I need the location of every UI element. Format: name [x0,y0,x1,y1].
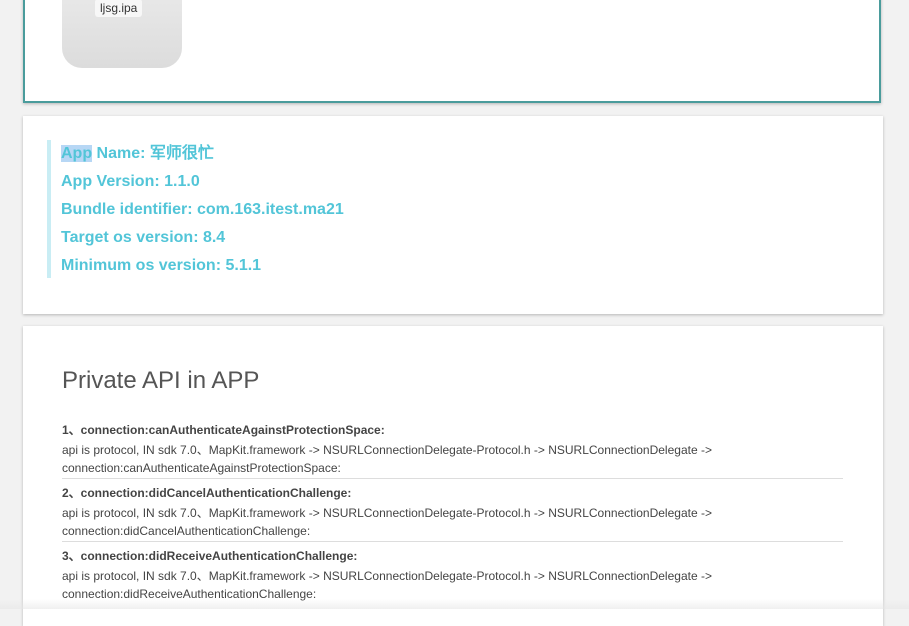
list-item: 3、connection:didReceiveAuthenticationCha… [62,547,843,604]
target-os-line: Target os version: 8.4 [61,229,226,246]
list-item: 1、connection:canAuthenticateAgainstProte… [62,421,843,479]
api-heading: 2、connection:didCancelAuthenticationChal… [62,486,352,500]
minimum-os-line: Minimum os version: 5.1.1 [61,257,262,274]
private-api-card: Private API in APP 1、connection:canAuthe… [23,326,883,626]
file-tile[interactable]: ljsg.ipa [62,0,182,68]
api-list: 1、connection:canAuthenticateAgainstProte… [62,421,843,609]
api-description: api is protocol, IN sdk 7.0、MapKit.frame… [62,569,712,601]
api-description: api is protocol, IN sdk 7.0、MapKit.frame… [62,506,712,538]
app-version-line: App Version: 1.1.0 [61,173,200,190]
bundle-identifier-line: Bundle identifier: com.163.itest.ma21 [61,201,344,218]
app-name-line: App Name: 军师很忙 [61,140,344,168]
app-name-value: Name: 军师很忙 [92,145,214,162]
app-info-card: App Name: 军师很忙 App Version: 1.1.0 Bundle… [23,116,883,314]
private-api-title: Private API in APP [62,367,260,394]
list-item: 2、connection:didCancelAuthenticationChal… [62,484,843,542]
upload-card[interactable]: ljsg.ipa [23,0,881,103]
api-heading: 3、connection:didReceiveAuthenticationCha… [62,549,358,563]
app-info-block: App Name: 军师很忙 App Version: 1.1.0 Bundle… [47,140,344,278]
api-heading: 1、connection:canAuthenticateAgainstProte… [62,423,385,437]
api-description: api is protocol, IN sdk 7.0、MapKit.frame… [62,443,712,475]
file-name-label: ljsg.ipa [95,0,143,17]
selected-text: App [61,145,93,162]
